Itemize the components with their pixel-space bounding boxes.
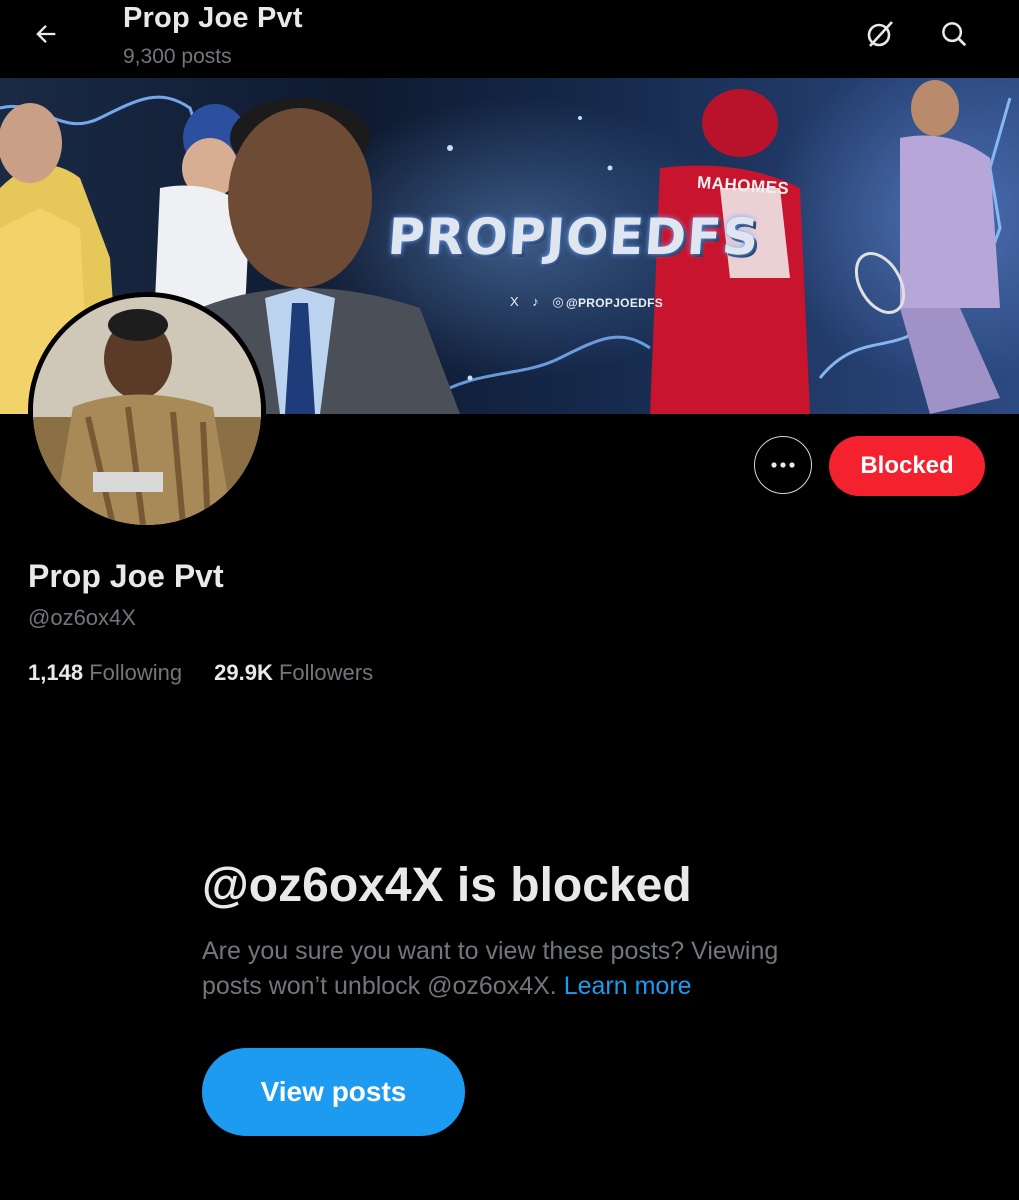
arrow-left-icon: [36, 25, 56, 43]
search-icon: [942, 22, 967, 47]
search-button[interactable]: [934, 14, 974, 54]
banner-title: PROPJOEDFS: [385, 208, 762, 266]
view-posts-button[interactable]: View posts: [202, 1048, 465, 1136]
following-label: Following: [89, 660, 183, 685]
profile-name: Prop Joe Pvt: [28, 558, 224, 594]
top-bar: Prop Joe Pvt 9,300 posts: [0, 0, 1019, 78]
grok-button[interactable]: [860, 14, 900, 54]
following-stat[interactable]: 1,148 Following: [28, 660, 182, 686]
blocked-notice-title: @oz6ox4X is blocked: [202, 859, 692, 912]
more-options-button[interactable]: [754, 436, 812, 494]
followers-stat[interactable]: 29.9K Followers: [214, 660, 373, 686]
learn-more-link[interactable]: Learn more: [564, 972, 692, 1000]
grok-icon: [867, 21, 893, 47]
banner-handle: @PROPJOEDFS: [566, 296, 664, 310]
profile-stats: 1,148 Following 29.9K Followers: [28, 660, 373, 686]
blocked-button[interactable]: Blocked: [829, 436, 985, 496]
following-count: 1,148: [28, 660, 84, 685]
banner-social-icons: X ♪ ◎: [510, 294, 569, 309]
profile-handle: @oz6ox4X: [28, 605, 136, 630]
header-title: Prop Joe Pvt: [123, 2, 303, 34]
avatar-image: [33, 297, 261, 525]
followers-count: 29.9K: [214, 660, 273, 685]
profile-avatar[interactable]: [28, 292, 266, 530]
blocked-notice-description: Are you sure you want to view these post…: [202, 934, 822, 1004]
blocked-notice-text: Are you sure you want to view these post…: [202, 937, 779, 1000]
followers-label: Followers: [278, 660, 374, 685]
posts-count: 9,300 posts: [123, 45, 232, 68]
more-horizontal-icon: [771, 462, 795, 468]
back-button[interactable]: [26, 16, 66, 52]
